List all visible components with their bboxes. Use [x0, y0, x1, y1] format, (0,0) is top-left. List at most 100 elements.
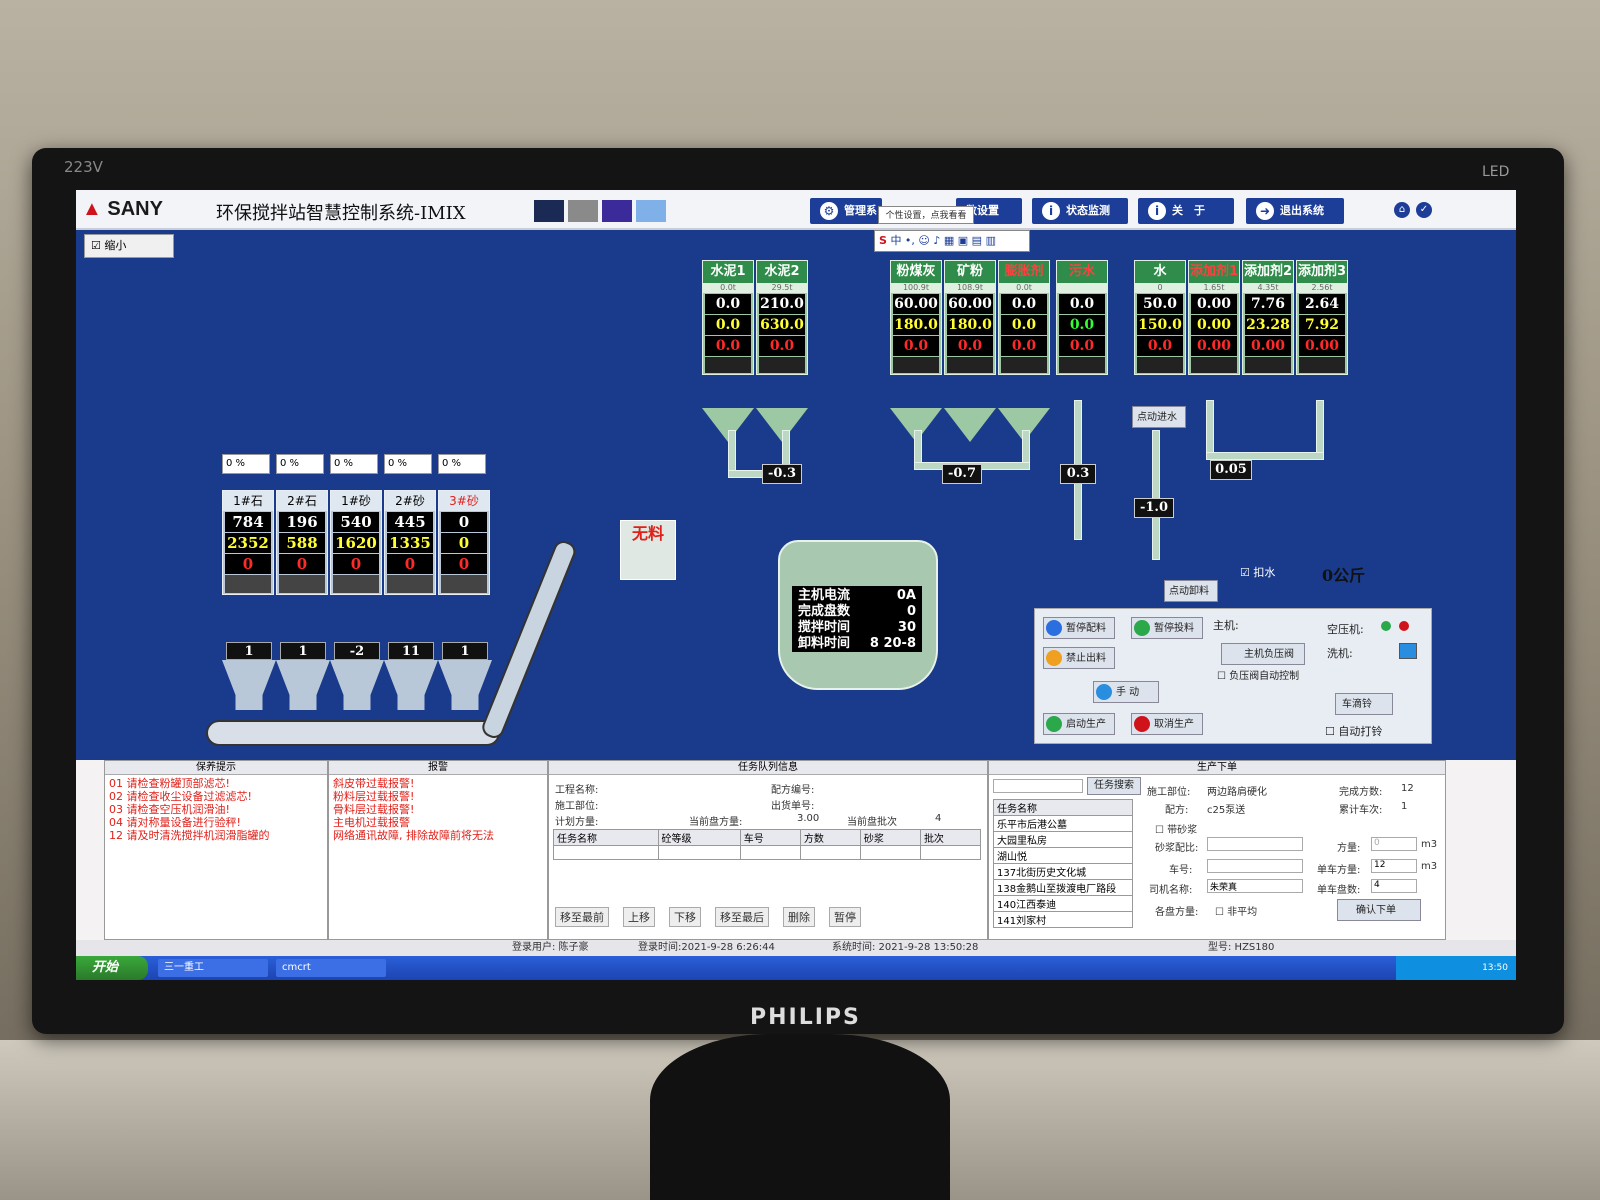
screen: ▲ SANY 环保搅拌站智慧控制系统-IMIX ⚙ 管理系 数设置 i 状态监测 i…	[76, 190, 1516, 980]
neg-pressure-checkbox[interactable]: ☐ 负压阀自动控制	[1217, 667, 1299, 682]
taskbar-item-cmcrt[interactable]: cmcrt	[276, 959, 386, 977]
home-icon[interactable]: ⌂	[1394, 202, 1410, 218]
queue-column-header: 批次	[919, 829, 982, 846]
about-button[interactable]: i关 于	[1138, 198, 1234, 224]
weigh-hopper-tag: 11	[388, 642, 434, 660]
settings-tooltip: 个性设置，点我看看	[878, 206, 974, 224]
monitor-led: LED	[1482, 164, 1510, 180]
check-icon[interactable]: ✓	[1416, 202, 1432, 218]
additive-scale-tag: 0.05	[1210, 460, 1252, 480]
washer-label: 洗机:	[1327, 647, 1353, 660]
queue-action-button[interactable]: 删除	[783, 907, 815, 927]
auto-bell-checkbox[interactable]: ☐ 自动打铃	[1325, 723, 1382, 739]
driver-select[interactable]: 朱荣真	[1207, 879, 1303, 893]
inclined-conveyor-belt	[479, 538, 579, 741]
color-swatch-1[interactable]	[534, 200, 564, 222]
task-queue-table[interactable]: 任务名称 砼等级 车号 方数 砂浆 批次	[553, 829, 982, 860]
exit-icon: ➜	[1256, 202, 1274, 220]
start-production-button[interactable]: 启动生产	[1043, 713, 1115, 735]
alarm-item: 主电机过载报警	[333, 816, 410, 829]
compressor-on-icon[interactable]	[1381, 621, 1391, 631]
aggregate-bin: 1#砂 540 1620 0	[330, 490, 382, 595]
task-queue-panel: 任务队列信息 工程名称: 施工部位: 计划方量: 配方编号: 出货单号: 当前盘…	[548, 760, 988, 940]
mortar-checkbox[interactable]: ☐ 带砂浆	[1155, 821, 1197, 836]
aggregate-percent-input[interactable]: 0 %	[330, 454, 378, 474]
pause-feed-button[interactable]: 暂停投料	[1131, 617, 1203, 639]
cement-scale-tag: -0.3	[762, 464, 802, 484]
powder-silo: 水泥2 29.5t 210.0 630.0 0.0	[756, 260, 808, 375]
washer-toggle[interactable]	[1399, 643, 1417, 659]
maintenance-item: 03 请检查空压机润滑油!	[109, 803, 230, 816]
stop-discharge-button[interactable]: 禁止出料	[1043, 647, 1115, 669]
car-number-select[interactable]	[1207, 859, 1303, 873]
aggregate-bin: 2#砂 445 1335 0	[384, 490, 436, 595]
powder-silo: 污水 0.0 0.0 0.0	[1056, 260, 1108, 375]
pause-batch-button[interactable]: 暂停配料	[1043, 617, 1115, 639]
confirm-order-button[interactable]: 确认下单	[1337, 899, 1421, 921]
jog-water-button[interactable]: 点动进水	[1132, 406, 1186, 428]
aggregate-percent-input[interactable]: 0 %	[384, 454, 432, 474]
weigh-hopper-tag: 1	[280, 642, 326, 660]
powder-scale-tag: -0.7	[942, 464, 982, 484]
weigh-hopper	[330, 660, 384, 710]
app-title: 环保搅拌站智慧控制系统-IMIX	[216, 203, 466, 224]
maintenance-item: 02 请检查收尘设备过滤滤芯!	[109, 790, 252, 803]
liquid-tank: 水 0 50.0 150.0 0.0	[1134, 260, 1186, 375]
jog-discharge-button[interactable]: 点动卸料	[1164, 580, 1218, 602]
queue-action-button[interactable]: 移至最前	[555, 907, 609, 927]
powder-silo: 矿粉 108.9t 60.00 180.0 0.0	[944, 260, 996, 375]
queue-action-button[interactable]: 下移	[669, 907, 701, 927]
bell-button[interactable]: 车滴铃	[1335, 693, 1393, 715]
silo-cone	[944, 408, 996, 442]
host-label: 主机:	[1213, 619, 1239, 632]
info-icon: i	[1042, 202, 1060, 220]
liquid-tank: 添加剂3 2.56t 2.64 7.92 0.00	[1296, 260, 1348, 375]
task-search-input[interactable]	[993, 779, 1083, 793]
weigh-hopper	[438, 660, 492, 710]
control-panel: 暂停配料 暂停投料 禁止出料 手 动 启动生产 取消生产 主机: 主机负压阀 ☐…	[1034, 608, 1432, 744]
no-material-indicator: 无料	[620, 520, 676, 580]
queue-column-header: 砼等级	[657, 829, 741, 846]
manage-button[interactable]: ⚙ 管理系	[810, 198, 882, 224]
queue-column-header: 任务名称	[553, 829, 659, 846]
weigh-hopper-tag: 1	[442, 642, 488, 660]
queue-action-button[interactable]: 暂停	[829, 907, 861, 927]
exit-button[interactable]: ➜ 退出系统	[1246, 198, 1344, 224]
color-swatch-3[interactable]	[602, 200, 632, 222]
aggregate-bin: 3#砂 0 0 0	[438, 490, 490, 595]
truck-batches-input[interactable]: 4	[1371, 879, 1417, 893]
buckle-water-checkbox[interactable]: ☑ 扣水	[1240, 564, 1275, 580]
aggregate-percent-input[interactable]: 0 %	[438, 454, 486, 474]
truck-volume-input[interactable]: 12	[1371, 859, 1417, 873]
aggregate-bin: 2#石 196 588 0	[276, 490, 328, 595]
status-bar: 登录用户: 陈子豪 登录时间:2021-9-28 6:26:44 系统时间: 2…	[76, 940, 1516, 956]
volume-input[interactable]: 0	[1371, 837, 1417, 851]
color-swatch-4[interactable]	[636, 200, 666, 222]
color-swatch-2[interactable]	[568, 200, 598, 222]
powder-silo: 粉煤灰 100.9t 60.00 180.0 0.0	[890, 260, 942, 375]
uneven-checkbox[interactable]: ☐ 非平均	[1215, 903, 1257, 918]
task-list[interactable]: 任务名称 乐平市后港公墓 大园里私房 湖山悦 137北街历史文化城 138金鹅山…	[993, 799, 1133, 928]
queue-action-button[interactable]: 上移	[623, 907, 655, 927]
start-button[interactable]: 开始	[76, 956, 148, 980]
aggregate-percent-input[interactable]: 0 %	[276, 454, 324, 474]
mortar-ratio-select[interactable]	[1207, 837, 1303, 851]
queue-action-button[interactable]: 移至最后	[715, 907, 769, 927]
cancel-production-button[interactable]: 取消生产	[1131, 713, 1203, 735]
status-monitor-button[interactable]: i 状态监测	[1032, 198, 1128, 224]
shrink-checkbox[interactable]: ☑ 缩小	[84, 234, 174, 258]
host-valve-button[interactable]: 主机负压阀	[1221, 643, 1305, 665]
ime-toolbar[interactable]: S 中 •, ☺ ♪ ▦ ▣ ▤ ▥	[874, 230, 1030, 252]
bottom-area: 保养提示 01 请检查粉罐顶部滤芯! 02 请检查收尘设备过滤滤芯! 03 请检查空…	[76, 760, 1516, 940]
compressor-off-icon[interactable]	[1399, 621, 1409, 631]
queue-column-header: 车号	[739, 829, 801, 846]
aggregate-percent-input[interactable]: 0 %	[222, 454, 270, 474]
monitor-stand	[650, 1034, 950, 1200]
weigh-hopper-tag: 1	[226, 642, 272, 660]
task-search-button[interactable]: 任务搜索	[1087, 777, 1141, 795]
manual-button[interactable]: 手 动	[1093, 681, 1159, 703]
taskbar-item-sany[interactable]: 三一重工	[158, 959, 268, 977]
monitor-model: 223V	[64, 158, 103, 176]
sewage-scale-tag: 0.3	[1060, 464, 1096, 484]
gear-icon: ⚙	[820, 202, 838, 220]
